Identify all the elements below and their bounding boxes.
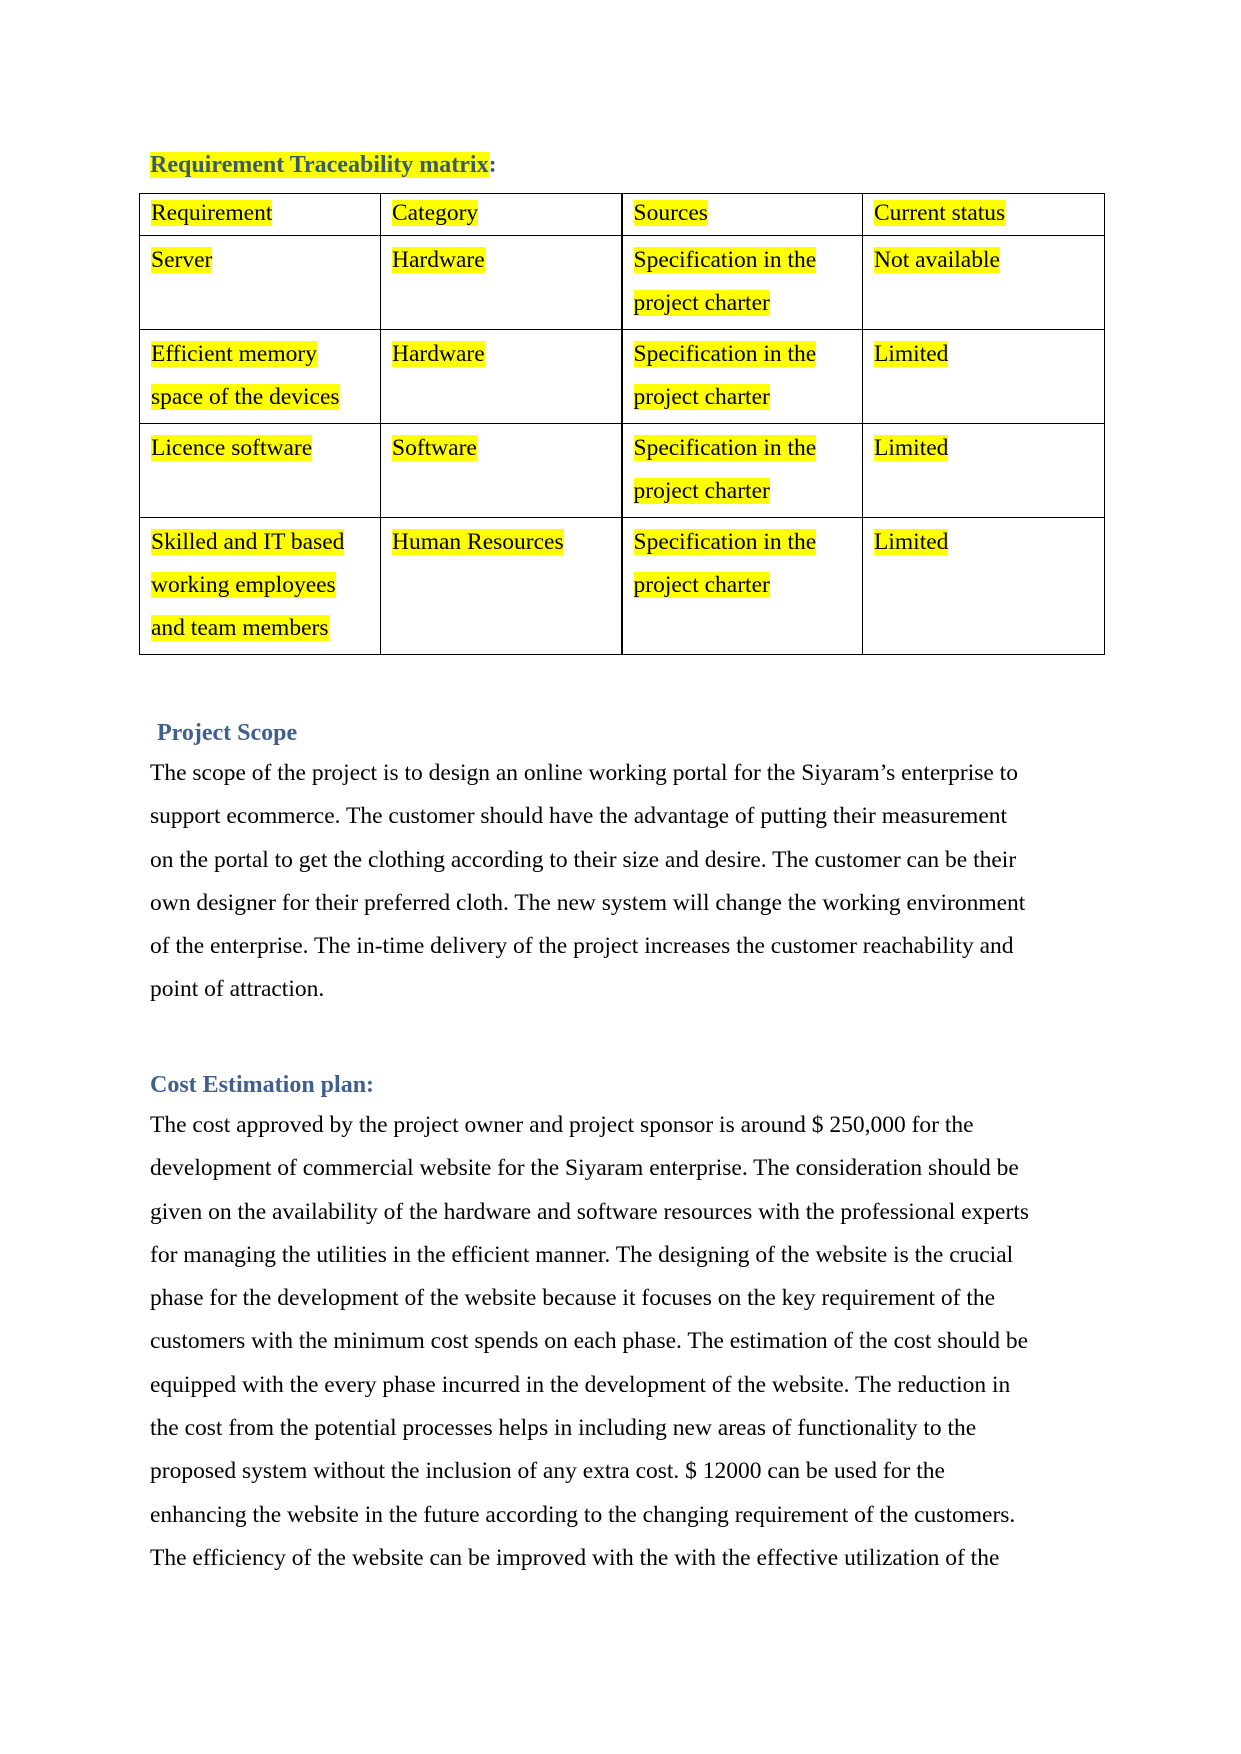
- table-row: Server Hardware Specification in the pro…: [139, 235, 1105, 330]
- cell-status: Limited: [862, 517, 1105, 655]
- paragraph-line: proposed system without the inclusion of…: [150, 1458, 945, 1485]
- cell-sources: Specification in the project charter: [620, 423, 863, 518]
- project-scope-heading: Project Scope: [157, 720, 298, 746]
- cell-category: Software: [380, 423, 622, 518]
- cell-status: Not available: [862, 235, 1105, 330]
- cell-category: Hardware: [380, 329, 622, 424]
- cell-requirement: Licence software: [139, 423, 381, 518]
- requirement-traceability-table: Requirement Category Sources Current sta…: [139, 193, 1105, 655]
- rtm-heading: Requirement Traceability matrix:: [150, 150, 497, 180]
- paragraph-line: The scope of the project is to design an…: [150, 760, 1018, 786]
- cell-requirement: Skilled and IT based working employees a…: [139, 517, 381, 655]
- paragraph-line: given on the availability of the hardwar…: [150, 1198, 1029, 1225]
- table-row: Licence software Software Specification …: [139, 423, 1105, 518]
- cell-requirement: Efficient memory space of the devices: [139, 329, 381, 424]
- paragraph-line: equipped with the every phase incurred i…: [150, 1371, 1011, 1398]
- cell-status: Limited: [862, 423, 1105, 518]
- project-scope-paragraph: The scope of the project is to design an…: [150, 752, 1110, 1012]
- table-row: Skilled and IT based working employees a…: [139, 517, 1105, 655]
- paragraph-line: support ecommerce. The customer should h…: [150, 803, 1008, 830]
- cell-sources: Specification in the project charter: [620, 517, 863, 655]
- paragraph-line: on the portal to get the clothing accord…: [150, 846, 1017, 873]
- paragraph-line: The cost approved by the project owner a…: [150, 1112, 974, 1138]
- cell-category: Human Resources: [380, 517, 622, 655]
- table-header-row: Requirement Category Sources Current sta…: [139, 193, 1105, 236]
- column-header-requirement: Requirement: [139, 193, 381, 236]
- document-page: Requirement Traceability matrix: Require…: [0, 0, 1241, 1754]
- cost-estimation-heading: Cost Estimation plan:: [150, 1072, 375, 1098]
- paragraph-line: own designer for their preferred cloth. …: [150, 889, 1026, 916]
- column-header-category: Category: [380, 193, 622, 236]
- cell-status: Limited: [862, 329, 1105, 424]
- column-header-sources: Sources: [620, 193, 863, 236]
- cell-requirement: Server: [139, 235, 381, 330]
- paragraph-line: The efficiency of the website can be imp…: [150, 1544, 1000, 1571]
- cost-estimation-paragraph: The cost approved by the project owner a…: [150, 1104, 1110, 1580]
- cell-sources: Specification in the project charter: [620, 329, 863, 424]
- paragraph-line: of the enterprise. The in-time delivery …: [150, 933, 1014, 960]
- paragraph-line: customers with the minimum cost spends o…: [150, 1328, 1029, 1355]
- paragraph-line: for managing the utilities in the effici…: [150, 1241, 1014, 1268]
- paragraph-line: point of attraction.: [150, 976, 325, 1003]
- paragraph-line: phase for the development of the website…: [150, 1285, 996, 1312]
- rtm-heading-colon: :: [488, 152, 497, 178]
- cell-sources: Specification in the project charter: [620, 235, 863, 330]
- cell-category: Hardware: [380, 235, 622, 330]
- paragraph-line: enhancing the website in the future acco…: [150, 1501, 1016, 1528]
- table-row: Efficient memory space of the devices Ha…: [139, 329, 1105, 424]
- paragraph-line: the cost from the potential processes he…: [150, 1415, 977, 1442]
- paragraph-line: development of commercial website for th…: [150, 1155, 1019, 1182]
- rtm-heading-text: Requirement Traceability matrix: [150, 152, 489, 178]
- column-header-current-status: Current status: [862, 193, 1105, 236]
